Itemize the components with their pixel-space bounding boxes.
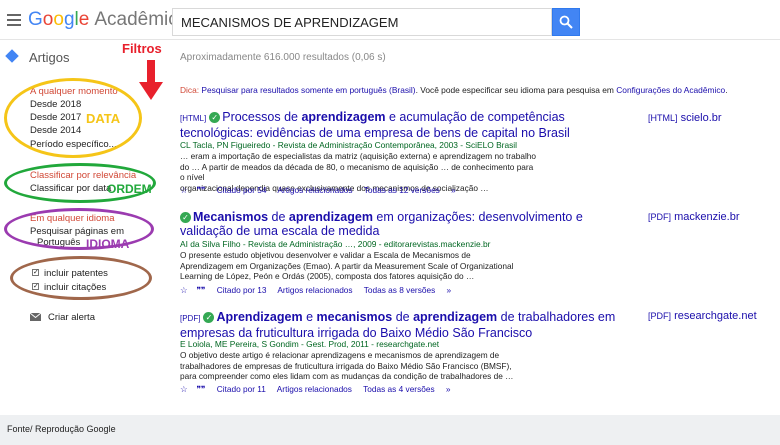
results-count: Aproximadamente 616.000 resultados (0,06…: [180, 52, 386, 63]
tip-text-1[interactable]: Pesquisar para resultados somente em: [201, 85, 347, 95]
fulltext-domain: scielo.br: [680, 112, 722, 124]
fulltext-type: [PDF]: [648, 212, 672, 222]
title-text: de: [268, 210, 289, 224]
snippet-line: trabalhadores de empresas de fruticultur…: [180, 360, 512, 371]
scholar-settings-link[interactable]: Configurações do Acadêmico: [616, 85, 725, 95]
result-meta-3: E Loiola, ME Pereira, S Gondim - Gest. P…: [180, 339, 440, 349]
tip-language[interactable]: português (Brasil): [349, 85, 415, 95]
verified-check-icon: ✓: [209, 112, 221, 123]
create-alert-link[interactable]: Criar alerta: [48, 312, 95, 323]
title-keyword: aprendizagem: [301, 110, 386, 124]
title-keyword: Mecanismos: [193, 210, 269, 224]
result-actions-2: ☆ ❞❞ Citado por 13 Artigos relacionados T…: [180, 285, 460, 295]
result-actions-1: ☆ ❞❞ Citado por 54 Artigos relacionados T…: [180, 185, 465, 195]
annotation-data: DATA: [86, 111, 121, 126]
hamburger-menu-icon[interactable]: [7, 14, 21, 26]
verified-check-icon: ✓: [203, 312, 215, 323]
more-chevron-icon[interactable]: »: [446, 384, 451, 394]
title-keyword: aprendizagem: [413, 310, 498, 324]
title-keyword: aprendizagem: [288, 210, 373, 224]
result-title-2[interactable]: ✓ Mecanismos de aprendizagem em organizaç…: [180, 210, 583, 238]
snippet-line: para compreender como eles lidam com as …: [180, 371, 514, 381]
title-text: de: [392, 310, 414, 324]
result-meta-1: CL Tacla, PN Figueiredo - Revista de Adm…: [180, 140, 518, 150]
search-input[interactable]: MECANISMOS DE APRENDIZAGEM: [172, 8, 552, 36]
result-meta-2: AI da Silva Filho - Revista de Administr…: [180, 239, 491, 249]
top-bar: Google Acadêmico MECANISMOS DE APRENDIZAG…: [0, 0, 780, 40]
arrow-down-icon: [139, 60, 163, 100]
articles-icon: [5, 49, 19, 63]
fulltext-domain: researchgate.net: [674, 310, 757, 322]
related-articles-link[interactable]: Artigos relacionados: [277, 285, 352, 295]
annotation-ordem: ORDEM: [107, 182, 152, 196]
result-type-tag: [PDF]: [180, 314, 201, 323]
filters-annotation: Filtros: [122, 41, 162, 56]
source-credit: Fonte/ Reprodução Google: [7, 424, 116, 434]
search-icon: [559, 15, 573, 29]
title-text: em organizações: desenvolvimento e: [372, 210, 583, 224]
footer-bar: Fonte/ Reprodução Google: [0, 415, 780, 445]
title-text-line2: tecnológicas: evidências de uma empresa …: [180, 126, 570, 140]
title-text-line2: validação de uma escala de medida: [180, 224, 380, 238]
title-text: e acumulação de competências: [385, 110, 565, 124]
fulltext-link-2[interactable]: [PDF] mackenzie.br: [648, 211, 740, 223]
save-star-icon[interactable]: ☆: [180, 384, 187, 394]
search-button[interactable]: [552, 8, 580, 36]
annotation-idioma: IDIOMA: [86, 237, 130, 251]
verified-check-icon: ✓: [180, 212, 191, 223]
title-keyword: mecanismos: [316, 310, 393, 324]
snippet-line: do … A partir de meados da década de 80,…: [180, 161, 534, 183]
title-text: Processos de: [222, 110, 302, 124]
language-tip: Dica: Pesquisar para resultados somente …: [180, 85, 728, 95]
result-title-3[interactable]: [PDF] ✓ Aprendizagem e mecanismos de apren…: [180, 310, 615, 340]
fulltext-type: [HTML]: [648, 113, 678, 123]
more-chevron-icon[interactable]: »: [447, 285, 452, 295]
cited-by-link[interactable]: Citado por 11: [217, 384, 266, 394]
snippet-line: … eram a importação de especialistas da …: [180, 151, 537, 161]
save-star-icon[interactable]: ☆: [180, 185, 187, 195]
title-keyword: Aprendizagem: [216, 310, 303, 324]
cite-quote-icon[interactable]: ❞❞: [196, 285, 205, 295]
cited-by-link[interactable]: Citado por 54: [217, 185, 267, 195]
all-versions-link[interactable]: Todas as 8 versões: [364, 285, 435, 295]
result-type-tag: [HTML]: [180, 114, 207, 123]
snippet-line: O presente estudo objetivou desenvolver …: [180, 250, 471, 260]
related-articles-link[interactable]: Artigos relacionados: [277, 384, 352, 394]
snippet-line: O objetivo deste artigo é relacionar apr…: [180, 350, 500, 360]
cite-quote-icon[interactable]: ❞❞: [196, 384, 205, 394]
tip-suffix: .: [725, 85, 728, 95]
title-text: e: [302, 310, 317, 324]
cite-quote-icon[interactable]: ❞❞: [196, 185, 205, 195]
more-chevron-icon[interactable]: »: [451, 185, 456, 195]
all-versions-link[interactable]: Todas as 4 versões: [363, 384, 434, 394]
annotation-ellipse-language: [4, 208, 154, 250]
snippet-line: Learning de López, Peón e Ordás (2005), …: [180, 271, 475, 281]
result-snippet-3: O objetivo deste artigo é relacionar apr…: [180, 350, 540, 382]
all-versions-link[interactable]: Todas as 12 versões: [364, 185, 440, 195]
tip-text-2: . Você pode especificar seu idioma para …: [415, 85, 614, 95]
fulltext-link-3[interactable]: [PDF] researchgate.net: [648, 310, 757, 322]
fulltext-domain: mackenzie.br: [674, 211, 740, 223]
title-text: de trabalhadores em: [497, 310, 616, 324]
articles-label[interactable]: Artigos: [29, 50, 69, 65]
annotation-ellipse-date: [4, 78, 142, 158]
related-articles-link[interactable]: Artigos relacionados: [277, 185, 352, 195]
save-star-icon[interactable]: ☆: [180, 285, 187, 295]
snippet-line: Aprendizagem em Organizações (Emao). A p…: [180, 260, 514, 271]
tip-prefix: Dica:: [180, 85, 200, 95]
title-text-line2: empresas da fruticultura irrigada do Bai…: [180, 326, 533, 340]
google-scholar-logo[interactable]: Google Acadêmico: [28, 9, 188, 31]
fulltext-link-1[interactable]: [HTML] scielo.br: [648, 112, 722, 124]
result-actions-3: ☆ ❞❞ Citado por 11 Artigos relacionados T…: [180, 384, 460, 394]
mail-icon: [30, 313, 41, 321]
annotation-ellipse-include: [10, 256, 152, 300]
result-title-1[interactable]: [HTML] ✓ Processos de aprendizagem e acumu…: [180, 110, 570, 140]
fulltext-type: [PDF]: [648, 311, 672, 321]
cited-by-link[interactable]: Citado por 13: [217, 285, 267, 295]
result-snippet-2: O presente estudo objetivou desenvolver …: [180, 250, 540, 282]
